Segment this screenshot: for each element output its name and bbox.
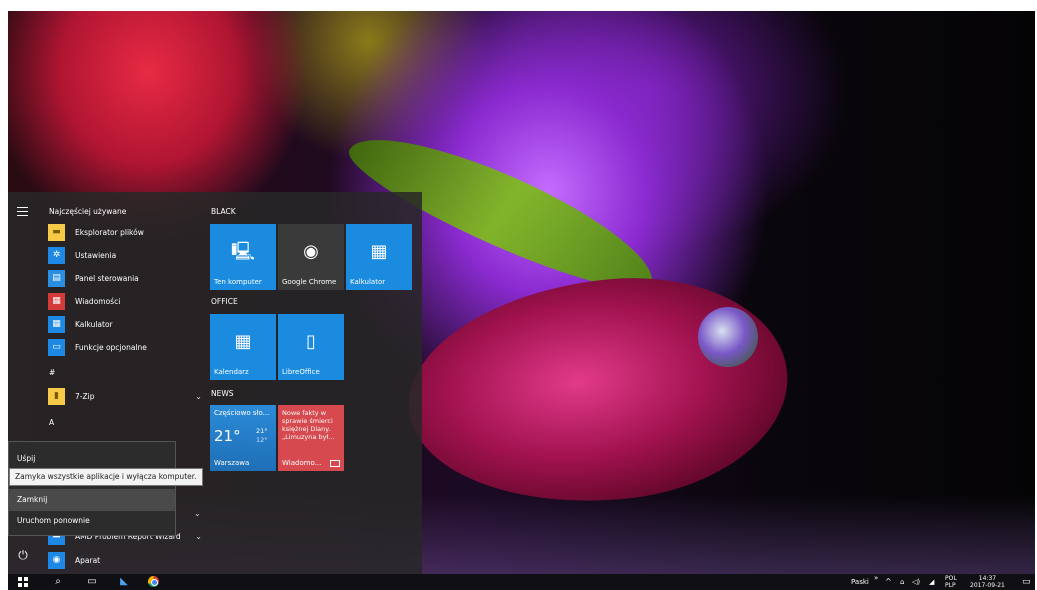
app-item-camera[interactable]: ◉ Aparat xyxy=(48,550,206,570)
document-icon: ▯ xyxy=(306,331,316,352)
tile-label: Wiadomo... xyxy=(282,459,322,467)
hamburger-menu-icon[interactable] xyxy=(17,207,28,216)
chrome-icon xyxy=(147,576,159,587)
camera-icon: ◉ xyxy=(48,551,65,569)
letter-header-hash[interactable]: # xyxy=(49,368,55,377)
chevron-down-icon[interactable]: ⌄ xyxy=(194,509,201,518)
language-code: POL xyxy=(945,575,957,582)
news-headline: Nowe fakty w sprawie śmierci księżnej Di… xyxy=(282,409,335,441)
start-button[interactable] xyxy=(11,574,35,590)
app-label: Kalkulator xyxy=(75,319,113,329)
calculator-icon: ▦ xyxy=(370,241,388,262)
chevron-down-icon[interactable]: ⌄ xyxy=(195,532,202,541)
power-icon[interactable]: ⏻ xyxy=(15,547,31,563)
news-icon: ▦ xyxy=(48,292,65,310)
chevron-down-icon[interactable]: ⌄ xyxy=(195,392,202,401)
task-view-icon[interactable]: ▭ xyxy=(80,574,104,590)
news-icon xyxy=(330,460,340,467)
clock-time: 14:37 xyxy=(978,575,997,582)
app-item-settings[interactable]: ✲ Ustawienia xyxy=(48,245,206,265)
app-label: Funkcje opcjonalne xyxy=(75,342,147,352)
tile-label: Kalkulator xyxy=(350,278,386,286)
usb-icon[interactable]: ⌂ xyxy=(900,574,904,590)
chrome-icon: ◉ xyxy=(303,241,319,262)
clock-date: 2017-09-21 xyxy=(970,582,1005,589)
tile-group-news[interactable]: NEWS xyxy=(211,389,234,398)
gear-icon: ✲ xyxy=(48,246,65,264)
shutdown-tooltip: Zamyka wszystkie aplikacje i wyłącza kom… xyxy=(9,468,203,486)
app-item-optional-features[interactable]: ▭ Funkcje opcjonalne xyxy=(48,337,206,357)
folder-icon: ▮ xyxy=(48,387,65,405)
restart-menu-item[interactable]: Uruchom ponownie xyxy=(9,510,175,532)
power-menu: Uśpij Zamknij Uruchom ponownie xyxy=(8,441,176,536)
calendar-icon: ▦ xyxy=(234,331,252,352)
tile-news[interactable]: Nowe fakty w sprawie śmierci księżnej Di… xyxy=(278,405,344,471)
app-item-7zip[interactable]: ▮ 7-Zip ⌄ xyxy=(48,386,206,406)
tile-label: Ten komputer xyxy=(214,278,262,286)
tile-calendar[interactable]: ▦ Kalendarz xyxy=(210,314,276,380)
search-icon[interactable]: ⌕ xyxy=(46,574,70,590)
show-hidden-icons-chevron-up-icon[interactable]: ^ xyxy=(885,574,892,590)
control-panel-icon: ▤ xyxy=(48,269,65,287)
tile-libreoffice[interactable]: ▯ LibreOffice xyxy=(278,314,344,380)
language-sub: PLP xyxy=(945,582,956,589)
weather-condition: Częściowo sło... xyxy=(214,409,270,417)
this-pc-taskbar-icon[interactable]: ◣ xyxy=(112,574,136,590)
tile-label: LibreOffice xyxy=(282,368,320,376)
tile-group-black[interactable]: BLACK xyxy=(211,207,236,216)
app-label: Eksplorator plików xyxy=(75,227,144,237)
tile-label: Kalendarz xyxy=(214,368,249,376)
app-item-control-panel[interactable]: ▤ Panel sterowania xyxy=(48,268,206,288)
app-item-calculator[interactable]: ▦ Kalkulator xyxy=(48,314,206,334)
shutdown-menu-item[interactable]: Zamknij xyxy=(9,489,175,511)
app-item-file-explorer[interactable]: ▬ Eksplorator plików xyxy=(48,222,206,242)
taskbar: ⌕ ▭ ◣ Paski » ^ ⌂ ◁) ◢ POL PLP 14:37 201… xyxy=(8,574,1035,590)
language-indicator[interactable]: POL PLP xyxy=(945,575,957,590)
weather-temperature: 21° xyxy=(214,427,241,445)
app-label: Panel sterowania xyxy=(75,273,139,283)
most-used-title: Najczęściej używane xyxy=(49,207,127,216)
folder-icon: ▬ xyxy=(48,223,65,241)
tile-label: Google Chrome xyxy=(282,278,337,286)
app-label: Aparat xyxy=(75,555,101,565)
network-icon[interactable]: ◢ xyxy=(929,574,934,590)
action-center-icon[interactable]: ▭ xyxy=(1022,574,1031,590)
weather-city: Warszawa xyxy=(214,459,250,467)
volume-icon[interactable]: ◁) xyxy=(912,574,920,590)
tile-group-office[interactable]: OFFICE xyxy=(211,297,238,306)
toolbar-label[interactable]: Paski xyxy=(851,574,869,590)
tile-this-pc[interactable]: 🖳 Ten komputer xyxy=(210,224,276,290)
tile-weather[interactable]: Częściowo sło... 21° 21° 12° Warszawa xyxy=(210,405,276,471)
app-item-news[interactable]: ▦ Wiadomości xyxy=(48,291,206,311)
wallpaper-droplet xyxy=(698,307,758,367)
app-label: Wiadomości xyxy=(75,296,121,306)
tile-area: BLACK 🖳 Ten komputer ◉ Google Chrome ▦ K… xyxy=(210,192,422,574)
app-label: Ustawienia xyxy=(75,250,117,260)
wallpaper-flower xyxy=(397,261,799,521)
windows-logo-icon xyxy=(18,577,28,587)
optional-features-icon: ▭ xyxy=(48,338,65,356)
app-label: 7-Zip xyxy=(75,391,95,401)
clock[interactable]: 14:37 2017-09-21 xyxy=(970,575,1005,590)
tile-calculator[interactable]: ▦ Kalkulator xyxy=(346,224,412,290)
toolbar-chevron[interactable]: » xyxy=(874,570,878,586)
letter-header-a[interactable]: A xyxy=(49,418,54,427)
tile-google-chrome[interactable]: ◉ Google Chrome xyxy=(278,224,344,290)
weather-high: 21° xyxy=(256,427,268,435)
sleep-menu-item[interactable]: Uśpij xyxy=(9,448,175,470)
chrome-taskbar-icon[interactable] xyxy=(141,574,165,590)
calculator-icon: ▦ xyxy=(48,315,65,333)
computer-icon: 🖳 xyxy=(230,241,255,262)
weather-low: 12° xyxy=(256,436,268,444)
